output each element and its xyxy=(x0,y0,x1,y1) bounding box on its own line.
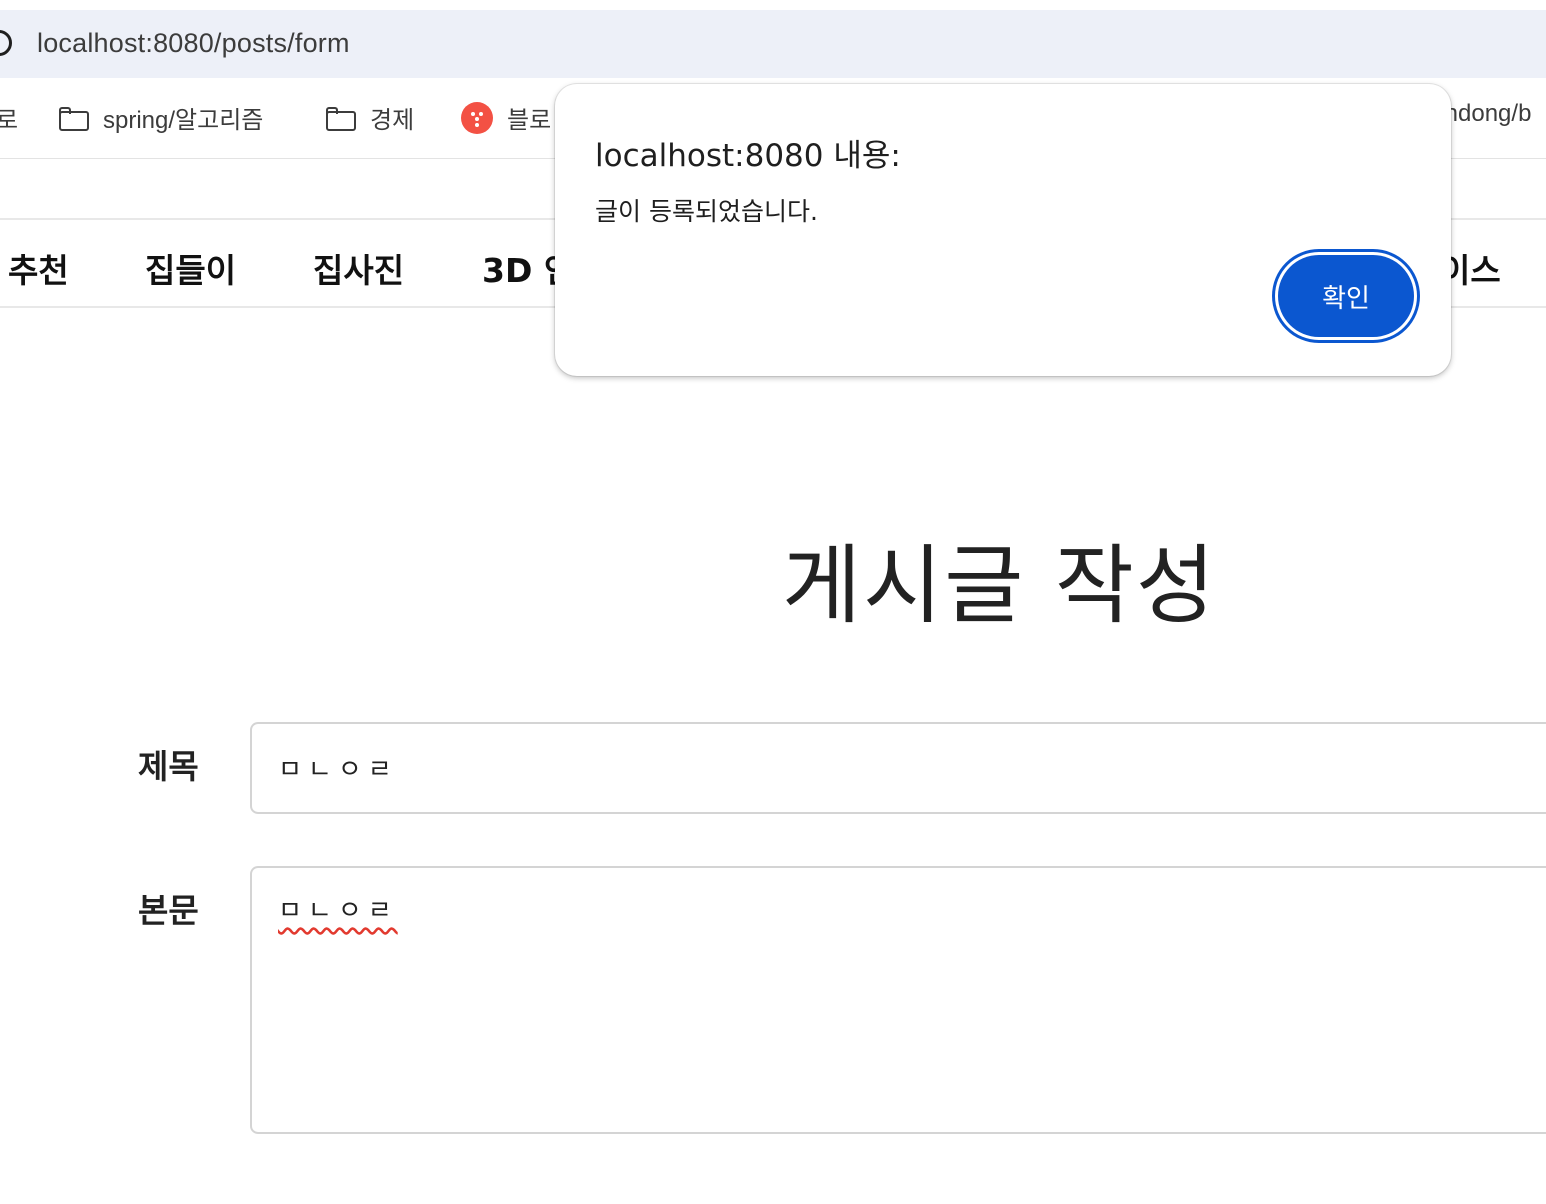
folder-icon xyxy=(326,106,356,131)
address-bar[interactable]: localhost:8080/posts/form xyxy=(0,10,1546,78)
dialog-message: 글이 등록되었습니다. xyxy=(595,197,818,226)
bookmark-fragment[interactable]: 로 xyxy=(0,100,18,135)
dialog-title: localhost:8080 내용: xyxy=(595,138,901,174)
folder-icon xyxy=(59,106,89,131)
blog-icon xyxy=(461,101,493,134)
title-input[interactable]: ㅁㄴㅇㄹ xyxy=(250,722,1546,814)
nav-item-recommend[interactable]: 추천 xyxy=(8,244,69,292)
ok-button[interactable]: 확인 xyxy=(1278,255,1414,337)
url-text[interactable]: localhost:8080/posts/form xyxy=(37,28,350,59)
bookmark-fragment-label: 로 xyxy=(0,106,19,134)
bookmark-label: 경제 xyxy=(370,107,415,134)
bookmark-github[interactable]: ındong/b xyxy=(1438,100,1531,128)
bookmark-economy[interactable]: 경제 xyxy=(326,100,414,135)
bookmark-label: ındong/b xyxy=(1438,100,1532,127)
bookmark-spring-algorithm[interactable]: spring/알고리즘 xyxy=(59,100,263,135)
bookmark-blog[interactable]: 블로 xyxy=(461,100,551,135)
body-label: 본문 xyxy=(138,891,199,930)
bookmark-label: 블로 xyxy=(507,107,552,134)
body-textarea[interactable]: ㅁㄴㅇㄹ xyxy=(250,866,1546,1134)
bookmark-label: spring/알고리즘 xyxy=(103,107,264,134)
title-label: 제목 xyxy=(138,747,199,786)
nav-item-housewarming[interactable]: 집들이 xyxy=(145,244,236,292)
site-info-icon[interactable] xyxy=(0,30,12,56)
page-title: 게시글 작성 xyxy=(782,536,1217,636)
browser-top-strip xyxy=(0,0,1546,10)
body-textarea-value: ㅁㄴㅇㄹ xyxy=(278,896,398,926)
nav-item-house-photos[interactable]: 집사진 xyxy=(313,244,404,292)
alert-dialog: localhost:8080 내용: 글이 등록되었습니다. 확인 xyxy=(555,84,1451,376)
title-input-value: ㅁㄴㅇㄹ xyxy=(278,755,398,785)
